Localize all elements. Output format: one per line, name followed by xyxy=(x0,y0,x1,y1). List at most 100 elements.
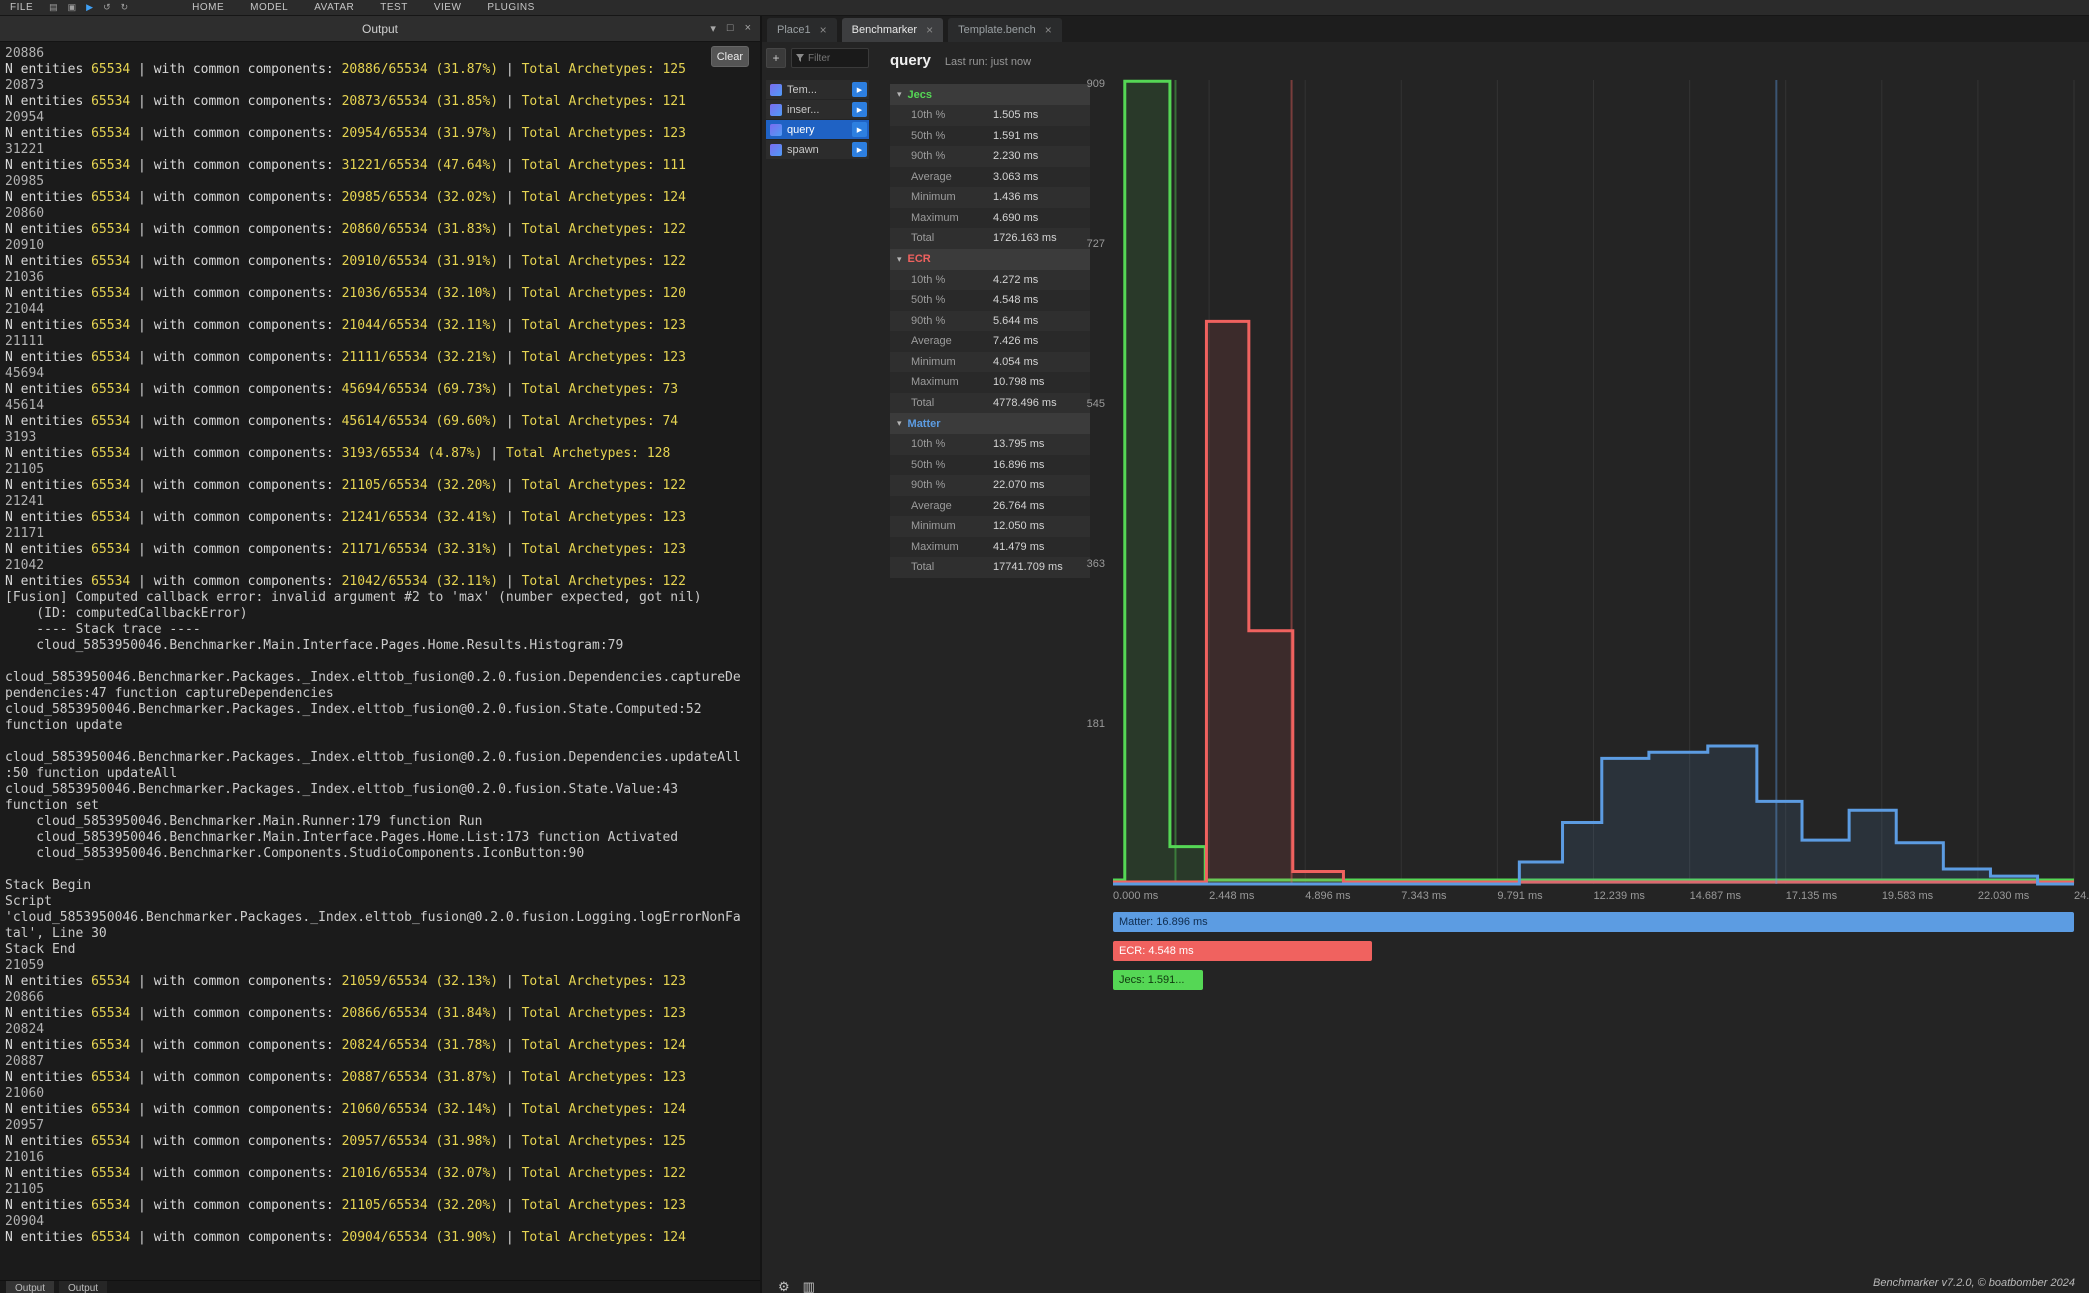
stat-value: 16.896 ms xyxy=(993,459,1044,471)
close-icon[interactable]: × xyxy=(1045,23,1052,37)
x-axis-label: 17.135 ms xyxy=(1786,890,1837,902)
chevron-down-icon: ▾ xyxy=(897,418,902,429)
dock-tab-output[interactable]: Output xyxy=(6,1281,54,1293)
log-error-line: tal', Line 30 xyxy=(5,926,760,942)
open-file-icon[interactable]: ▣ xyxy=(68,2,77,13)
y-axis-label: 727 xyxy=(1065,238,1105,250)
stat-row-total: Total4778.496 ms xyxy=(890,393,1090,414)
legend-bar-jecs: Jecs: 1.591... xyxy=(1113,970,1203,990)
benchmark-list: Tem...▶inser...▶query▶spawn▶ xyxy=(766,80,869,159)
stat-value: 1.436 ms xyxy=(993,191,1038,203)
log-entry-line: N entities 65534 | with common component… xyxy=(5,414,760,430)
stat-value: 4.690 ms xyxy=(993,212,1038,224)
stat-row-10th: 10th %13.795 ms xyxy=(890,434,1090,455)
stat-value: 22.070 ms xyxy=(993,479,1044,491)
stat-row-minimum: Minimum4.054 ms xyxy=(890,352,1090,373)
clear-output-button[interactable]: Clear xyxy=(711,46,749,67)
dock-options-icon[interactable]: ▾ xyxy=(710,22,716,35)
stat-row-10th: 10th %1.505 ms xyxy=(890,105,1090,126)
stat-value: 26.764 ms xyxy=(993,500,1044,512)
tab-label: Template.bench xyxy=(958,24,1036,36)
undo-icon[interactable]: ↺ xyxy=(103,2,111,13)
output-log[interactable]: 20886N entities 65534 | with common comp… xyxy=(0,44,760,1280)
log-count-line: 21105 xyxy=(5,1182,760,1198)
benchmark-item-query[interactable]: query▶ xyxy=(766,120,869,139)
log-error-line: 'cloud_5853950046.Benchmarker.Packages._… xyxy=(5,910,760,926)
filter-input[interactable] xyxy=(808,53,864,64)
new-file-icon[interactable]: ▤ xyxy=(49,2,58,13)
menu-view[interactable]: VIEW xyxy=(434,2,462,13)
close-icon[interactable]: × xyxy=(926,23,933,37)
close-icon[interactable]: × xyxy=(745,22,751,35)
stat-label: Average xyxy=(911,500,993,512)
log-count-line: 21042 xyxy=(5,558,760,574)
log-count-line: 20866 xyxy=(5,990,760,1006)
stat-label: Minimum xyxy=(911,356,993,368)
benchmark-item-spawn[interactable]: spawn▶ xyxy=(766,140,869,159)
stat-label: 90th % xyxy=(911,479,993,491)
log-entry-line: N entities 65534 | with common component… xyxy=(5,974,760,990)
columns-icon[interactable]: ▥ xyxy=(803,1279,815,1293)
benchmark-file-icon xyxy=(770,124,782,136)
stat-row-average: Average7.426 ms xyxy=(890,331,1090,352)
tab-template-bench[interactable]: Template.bench × xyxy=(948,18,1062,42)
log-error-line: cloud_5853950046.Benchmarker.Main.Interf… xyxy=(5,830,760,846)
run-benchmark-button[interactable]: ▶ xyxy=(852,122,867,137)
stat-value: 10.798 ms xyxy=(993,376,1044,388)
stat-row-minimum: Minimum12.050 ms xyxy=(890,516,1090,537)
stat-label: Total xyxy=(911,232,993,244)
log-error-line: cloud_5853950046.Benchmarker.Main.Interf… xyxy=(5,638,760,654)
tab-place1[interactable]: Place1× xyxy=(767,18,837,42)
stat-value: 1.505 ms xyxy=(993,109,1038,121)
chart-legend: Matter: 16.896 msECR: 4.548 msJecs: 1.59… xyxy=(1113,912,2074,999)
run-benchmark-button[interactable]: ▶ xyxy=(852,82,867,97)
settings-icon[interactable]: ⚙ xyxy=(778,1279,790,1293)
stat-value: 7.426 ms xyxy=(993,335,1038,347)
play-icon[interactable]: ▶ xyxy=(86,2,93,13)
close-icon[interactable]: × xyxy=(820,23,827,37)
stat-label: Total xyxy=(911,397,993,409)
filter-box[interactable] xyxy=(791,48,869,68)
log-entry-line: N entities 65534 | with common component… xyxy=(5,510,760,526)
log-count-line: 45694 xyxy=(5,366,760,382)
stats-section-matter[interactable]: ▾Matter xyxy=(890,413,1090,434)
plugin-version-footer: Benchmarker v7.2.0, © boatbomber 2024 xyxy=(1873,1277,2075,1289)
log-count-line: 21241 xyxy=(5,494,760,510)
log-entry-line: N entities 65534 | with common component… xyxy=(5,94,760,110)
log-entry-line: N entities 65534 | with common component… xyxy=(5,1230,760,1246)
stat-row-maximum: Maximum10.798 ms xyxy=(890,372,1090,393)
log-entry-line: N entities 65534 | with common component… xyxy=(5,1102,760,1118)
menu-plugins[interactable]: PLUGINS xyxy=(487,2,534,13)
run-benchmark-button[interactable]: ▶ xyxy=(852,102,867,117)
log-error-line: [Fusion] Computed callback error: invali… xyxy=(5,590,760,606)
stat-row-total: Total1726.163 ms xyxy=(890,228,1090,249)
log-count-line: 20887 xyxy=(5,1054,760,1070)
add-benchmark-button[interactable]: + xyxy=(766,48,786,68)
dock-tab-output[interactable]: Output xyxy=(59,1281,107,1293)
menu-home[interactable]: HOME xyxy=(192,2,224,13)
stats-section-ecr[interactable]: ▾ECR xyxy=(890,249,1090,270)
menubar-quick-icons: ▤ ▣ ▶ ↺ ↻ xyxy=(49,2,128,13)
float-window-icon[interactable]: □ xyxy=(727,22,734,35)
tab-label: Benchmarker xyxy=(852,24,917,36)
stat-row-average: Average3.063 ms xyxy=(890,167,1090,188)
tab-benchmarker[interactable]: Benchmarker × xyxy=(842,18,943,42)
stats-section-jecs[interactable]: ▾Jecs xyxy=(890,84,1090,105)
log-count-line: 21044 xyxy=(5,302,760,318)
log-entry-line: N entities 65534 | with common component… xyxy=(5,1038,760,1054)
y-axis-label: 181 xyxy=(1065,718,1105,730)
log-count-line: 21016 xyxy=(5,1150,760,1166)
stats-section-title: ECR xyxy=(908,253,931,265)
histogram-svg xyxy=(1113,80,2074,884)
x-axis-label: 2.448 ms xyxy=(1209,890,1254,902)
menu-test[interactable]: TEST xyxy=(380,2,408,13)
benchmark-item-inser[interactable]: inser...▶ xyxy=(766,100,869,119)
menu-model[interactable]: MODEL xyxy=(250,2,288,13)
redo-icon[interactable]: ↻ xyxy=(121,2,129,13)
benchmark-item-tem[interactable]: Tem...▶ xyxy=(766,80,869,99)
benchmark-file-icon xyxy=(770,144,782,156)
log-error-line: (ID: computedCallbackError) xyxy=(5,606,760,622)
menu-avatar[interactable]: AVATAR xyxy=(314,2,354,13)
menu-file[interactable]: FILE xyxy=(10,2,33,13)
run-benchmark-button[interactable]: ▶ xyxy=(852,142,867,157)
